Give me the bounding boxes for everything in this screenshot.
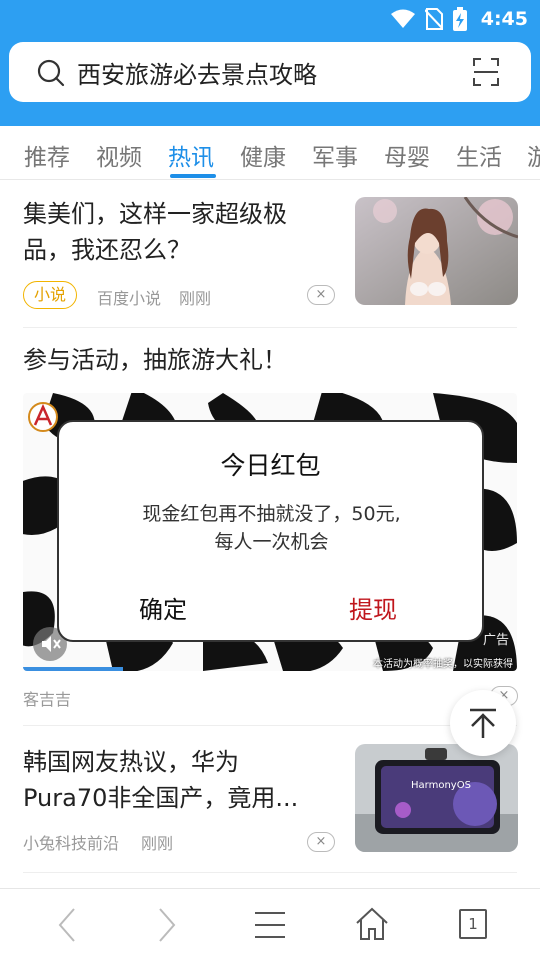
news-time-1: 刚刚 (179, 289, 212, 308)
red-packet-dialog: 今日红包 现金红包再不抽就没了，50元, 每人一次机会 确定 提现 (57, 420, 484, 642)
confirm-button[interactable]: 确定 (139, 590, 187, 625)
status-time: 4:45 (480, 8, 528, 30)
news-title-3-line1: 韩国网友热议，华为 (23, 748, 239, 776)
back-to-top-button[interactable] (450, 690, 516, 756)
tab-health[interactable]: 健康 (240, 138, 286, 172)
no-sim-icon (424, 8, 443, 30)
tab-military[interactable]: 军事 (312, 138, 358, 172)
wifi-icon (390, 9, 415, 28)
search-icon (37, 59, 65, 87)
status-bar: 4:45 (390, 5, 528, 33)
tab-life[interactable]: 生活 (456, 138, 502, 172)
dialog-message: 现金红包再不抽就没了，50元, 每人一次机会 (99, 500, 444, 556)
top-header: 4:45 西安旅游必去景点攻略 (0, 0, 540, 126)
feed-divider (23, 872, 517, 873)
news-source-1: 百度小说 (97, 289, 162, 308)
battery-charging-icon (452, 7, 467, 31)
news-title-3-line2: Pura70非全国产，竟用... (23, 784, 299, 812)
news-title-1-line1: 集美们，这样一家超级极 (23, 200, 287, 228)
home-icon[interactable] (355, 907, 389, 941)
feed-divider (23, 725, 517, 726)
search-query[interactable]: 西安旅游必去景点攻略 (77, 55, 317, 90)
car-screen-image (355, 744, 518, 852)
withdraw-button[interactable]: 提现 (349, 590, 397, 625)
tabs-count-button[interactable]: 1 (459, 909, 487, 939)
feed-divider (23, 327, 517, 328)
news-title-1-line2: 品，我还忍么？ (23, 236, 191, 264)
ad-source: 客吉吉 (23, 690, 72, 709)
arrow-up-icon (470, 708, 496, 738)
ad-title[interactable]: 参与活动，抽旅游大礼！ (23, 342, 287, 378)
bottom-nav: 1 (0, 888, 540, 960)
tab-hot-news[interactable]: 热讯 (168, 138, 214, 172)
active-tab-indicator (170, 174, 216, 178)
news-thumbnail-1[interactable] (355, 197, 518, 305)
novel-tag: 小说 (23, 281, 78, 309)
harmonyos-label: HarmonyOS (411, 780, 471, 791)
dismiss-button-1[interactable]: × (307, 285, 335, 305)
forward-icon[interactable] (156, 907, 178, 943)
dialog-title: 今日红包 (220, 451, 321, 480)
news-source-3: 小兔科技前沿 (23, 834, 120, 853)
tabs-count: 1 (468, 915, 478, 933)
dialog-message-line2: 每人一次机会 (214, 531, 329, 553)
tab-parenting[interactable]: 母婴 (384, 138, 430, 172)
scan-icon[interactable] (473, 58, 499, 86)
dismiss-button-3[interactable]: × (307, 832, 335, 852)
news-title-1[interactable]: 集美们，这样一家超级极 品，我还忍么？ (23, 196, 343, 268)
channel-tabs: 推荐 视频 热讯 健康 军事 母婴 生活 游 (0, 126, 540, 180)
search-bar[interactable]: 西安旅游必去景点攻略 (9, 42, 531, 102)
news-thumbnail-3[interactable]: HarmonyOS (355, 744, 518, 852)
dialog-message-line1: 现金红包再不抽就没了，50元, (142, 503, 401, 525)
menu-icon[interactable] (255, 911, 285, 939)
tab-video[interactable]: 视频 (96, 138, 142, 172)
back-icon[interactable] (56, 907, 78, 943)
video-disclaimer: 本活动为概率抽奖，以实际获得为准 (373, 659, 513, 670)
tab-travel[interactable]: 游 (527, 138, 540, 172)
ad-label: 广告 (483, 633, 510, 648)
tab-recommend[interactable]: 推荐 (24, 138, 70, 172)
news-title-3[interactable]: 韩国网友热议，华为 Pura70非全国产，竟用... (23, 744, 343, 816)
portrait-image (355, 197, 518, 305)
news-time-3: 刚刚 (141, 834, 174, 853)
